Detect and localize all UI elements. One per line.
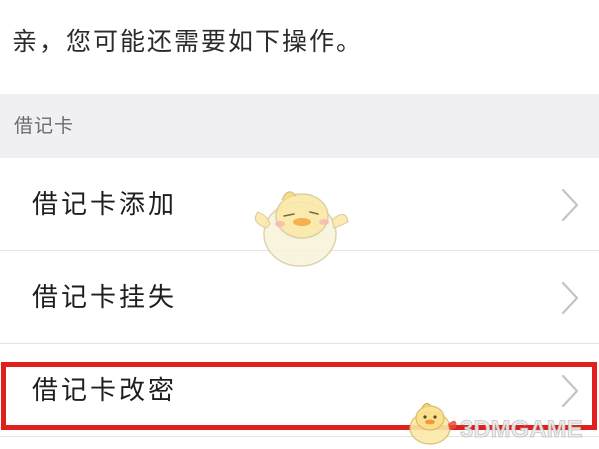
menu-item-label: 借记卡挂失 xyxy=(32,283,178,313)
section-header-debit-card: 借记卡 xyxy=(0,94,599,158)
section-title: 借记卡 xyxy=(14,115,75,137)
menu-item-label: 借记卡改密 xyxy=(32,376,178,406)
watermark-3dmgame: 3DMGAME xyxy=(404,398,594,446)
chevron-right-icon xyxy=(561,188,579,222)
operations-prompt: 亲，您可能还需要如下操作。 xyxy=(12,27,364,56)
menu-item-label: 借记卡添加 xyxy=(32,190,178,220)
watermark-bird-icon xyxy=(409,402,457,445)
bird-mascot-icon xyxy=(254,191,349,267)
chevron-right-icon xyxy=(561,281,579,315)
watermark-text: 3DMGAME xyxy=(460,416,584,444)
